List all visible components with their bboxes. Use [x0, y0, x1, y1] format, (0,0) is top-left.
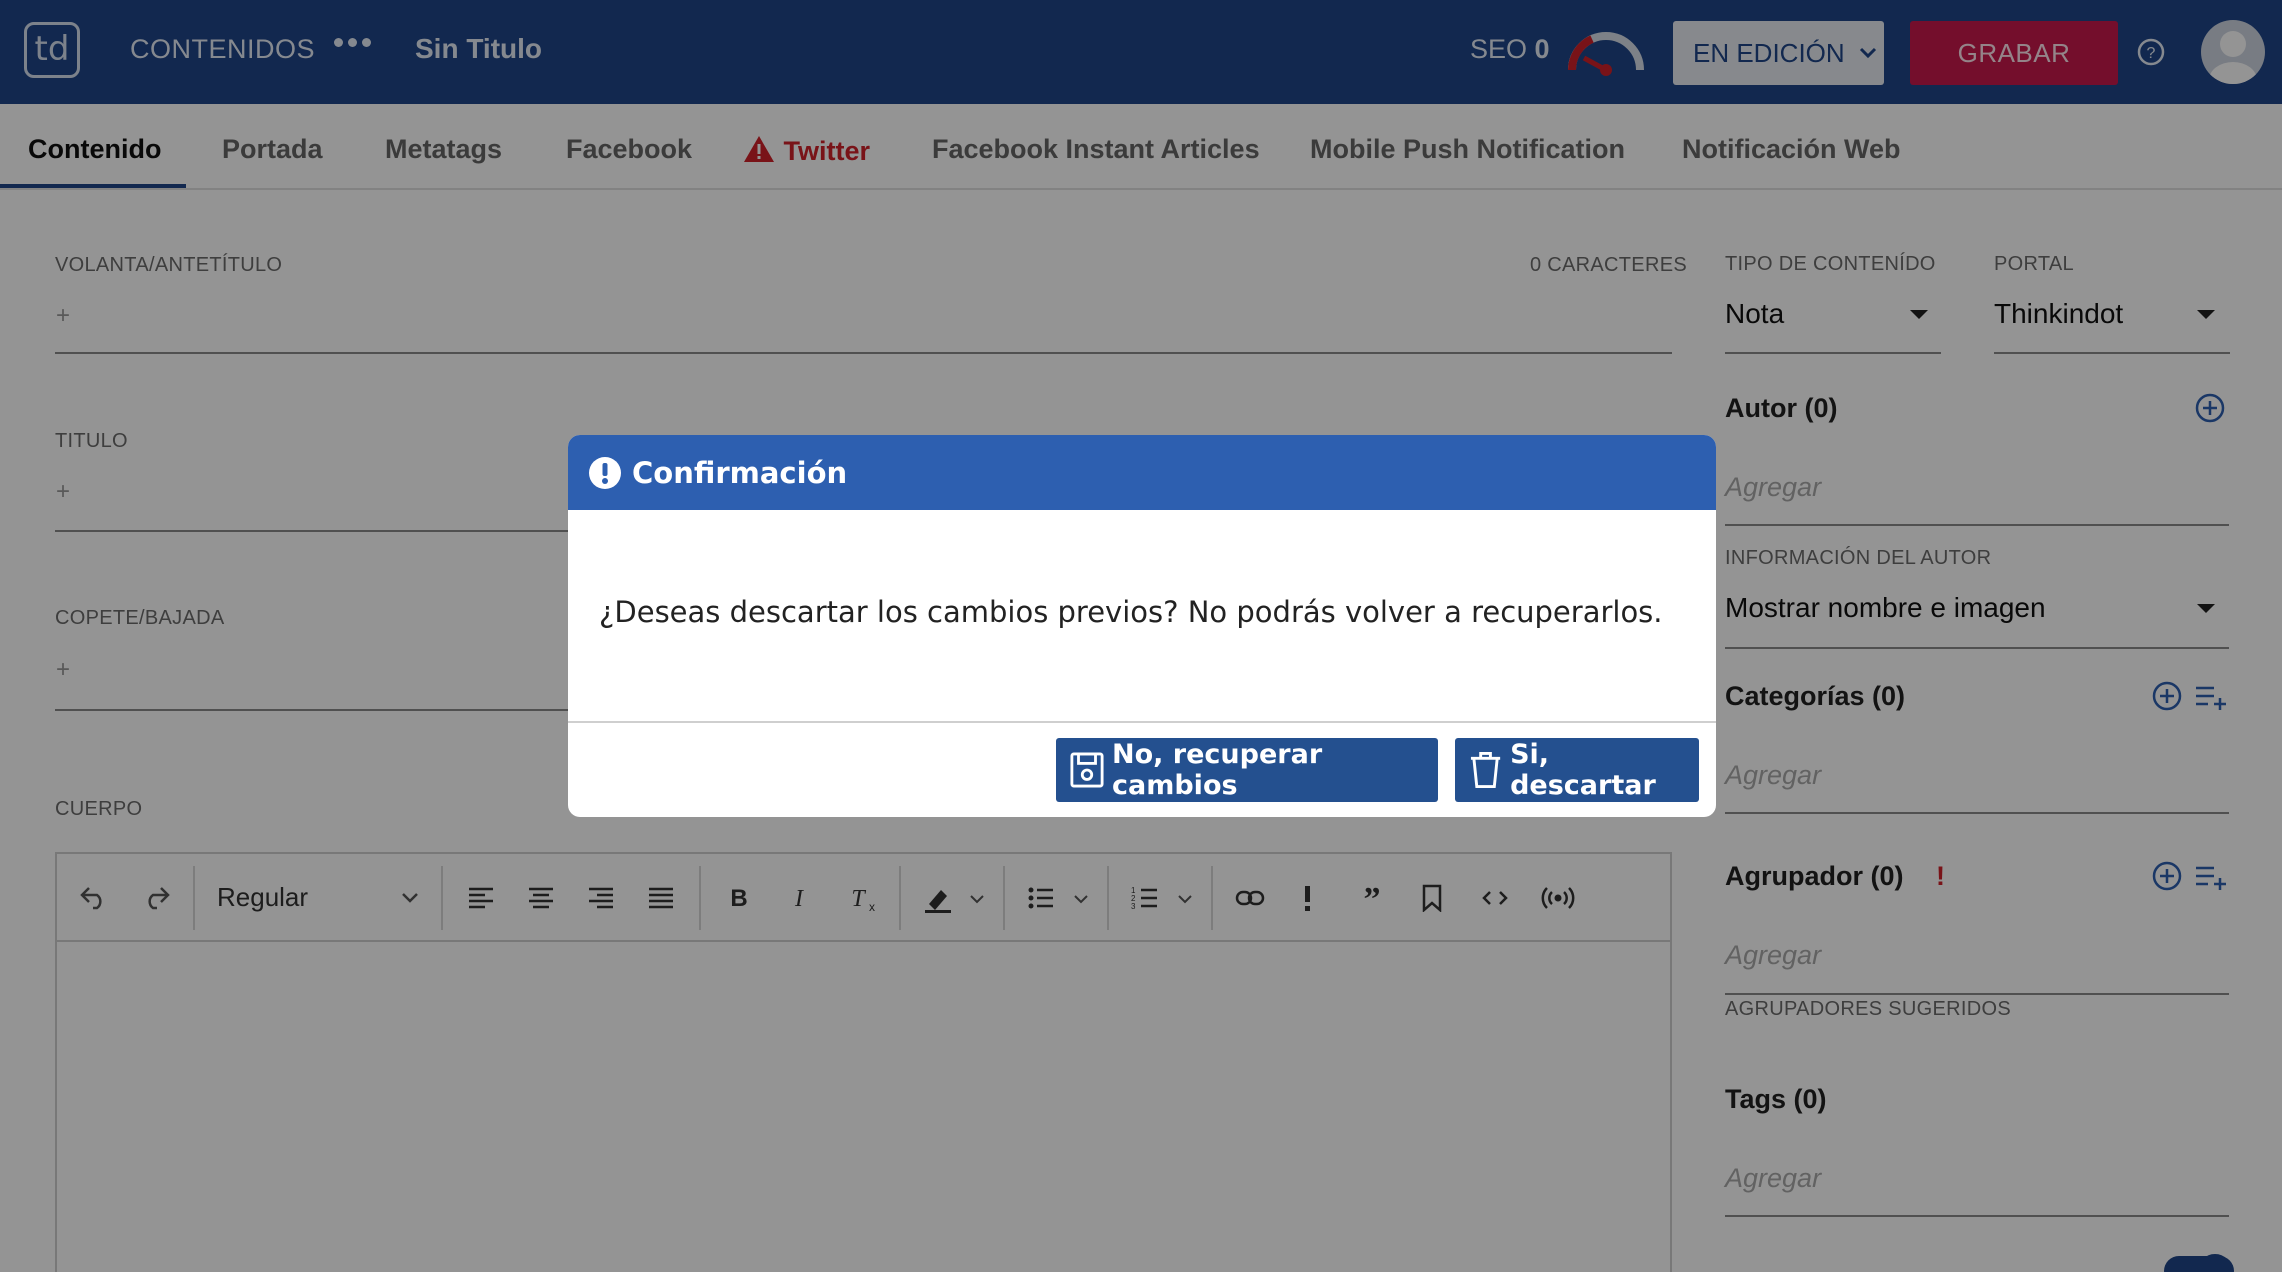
trash-icon [1470, 751, 1501, 789]
exclamation-circle-icon [589, 456, 621, 489]
confirmation-dialog: Confirmación ¿Deseas descartar los cambi… [568, 435, 1716, 817]
dialog-divider [568, 721, 1716, 723]
dialog-title: Confirmación [632, 455, 848, 490]
discard-label: Si, descartar [1510, 739, 1656, 801]
dialog-header: Confirmación [568, 435, 1716, 510]
save-disk-icon [1070, 752, 1104, 788]
recover-changes-button[interactable]: No, recuperar cambios [1056, 738, 1438, 802]
discard-button[interactable]: Si, descartar [1455, 738, 1699, 802]
recover-changes-label: No, recuperar cambios [1112, 739, 1323, 801]
dialog-message: ¿Deseas descartar los cambios previos? N… [599, 595, 1663, 629]
